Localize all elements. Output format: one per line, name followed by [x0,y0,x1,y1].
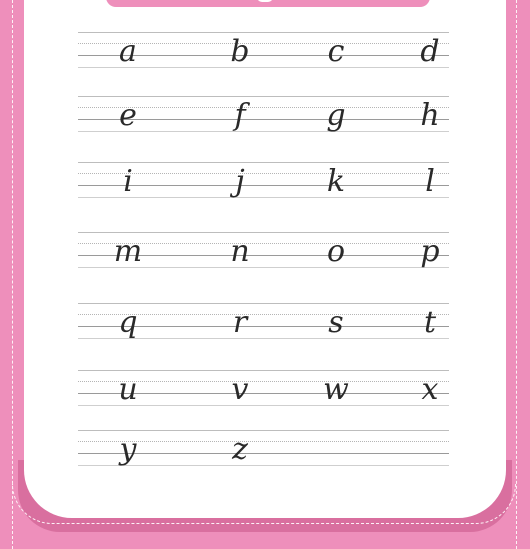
cursive-letter: r [232,305,248,340]
guide-line-top [78,32,449,33]
cursive-letter: o [326,234,346,269]
letter-row: q r s t [78,303,449,340]
cursive-letter: v [231,372,249,407]
cursive-letter: a [119,34,137,69]
cursive-letter: j [235,164,245,199]
letter-row: i j k l [78,162,449,199]
letter-row: u v w x [78,370,449,407]
cursive-letter: y [119,432,137,467]
cursive-letter: u [118,372,138,407]
guide-line-top [78,96,449,97]
letter-row: m n o p [78,232,449,269]
guide-line-top [78,303,449,304]
cursive-letter: s [328,305,344,340]
cursive-letter: x [421,372,439,407]
cursive-letter: t [423,305,437,340]
letter-row: y z [78,430,449,467]
cursive-letter: p [420,234,440,269]
cursive-letter: e [119,98,137,133]
cursive-letter: z [232,432,248,467]
letter-row: e f g h [78,96,449,133]
cursive-letter: c [327,34,345,69]
guide-line-top [78,430,449,431]
cursive-letter: w [323,372,349,407]
cursive-letter: d [420,34,440,69]
cursive-letter: m [113,234,143,269]
cursive-letter: q [118,305,138,340]
guide-line-top [78,232,449,233]
cursive-letter: b [230,34,250,69]
guide-line-top [78,162,449,163]
cursive-letter: g [326,98,346,133]
cursive-letter: k [326,164,346,199]
cursive-letter: f [234,98,246,133]
cursive-letter: n [230,234,250,269]
cursive-letter: h [420,98,440,133]
letter-row: a b c d [78,32,449,69]
stitch-border-left [12,0,13,549]
stitch-border-right [516,0,517,549]
guide-line-top [78,370,449,371]
cursive-letter: i [123,164,133,199]
cursive-letter: l [425,164,435,199]
